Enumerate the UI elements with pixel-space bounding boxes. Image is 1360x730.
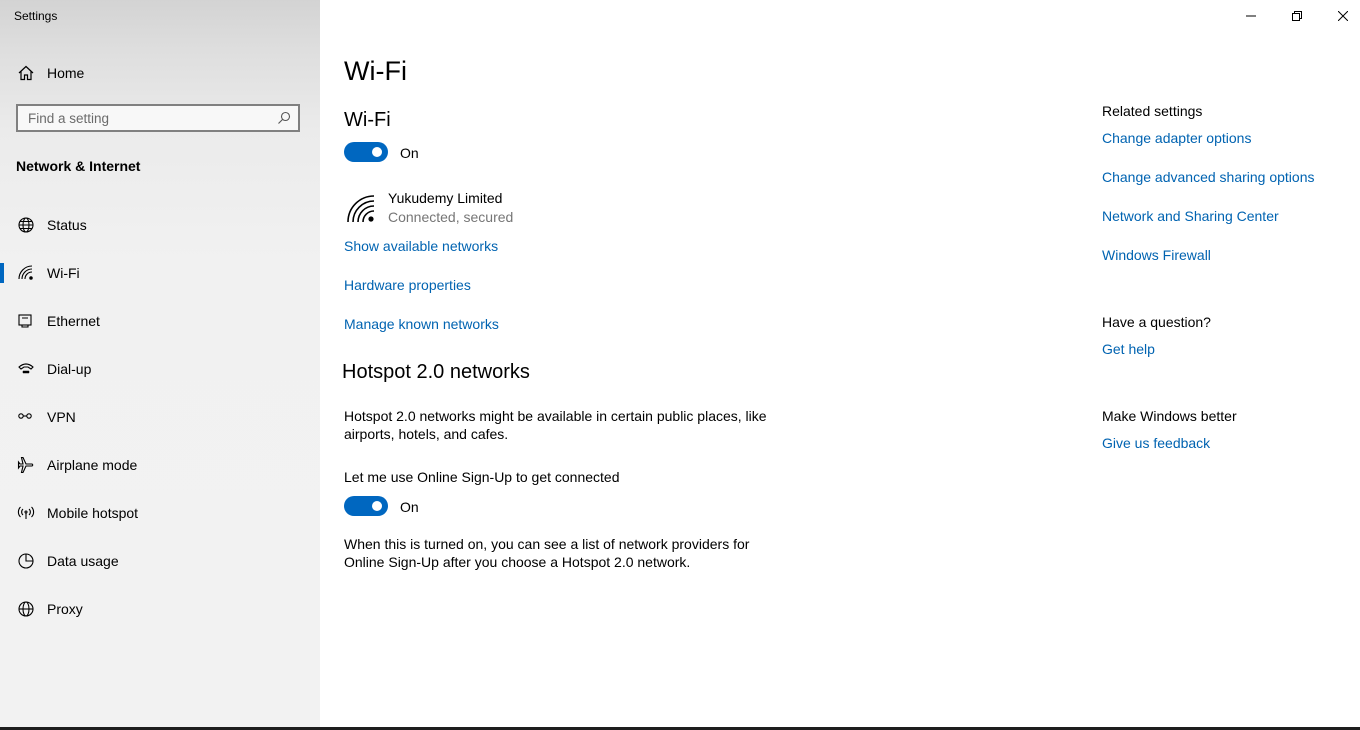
sidebar-item-label: VPN [47, 409, 76, 425]
restore-button[interactable] [1274, 0, 1320, 32]
change-adapter-options-link[interactable]: Change adapter options [1102, 130, 1251, 146]
hotspot-icon [17, 504, 35, 522]
home-label: Home [47, 65, 85, 81]
question-heading: Have a question? [1102, 314, 1211, 330]
toggle-knob [372, 147, 382, 157]
network-name: Yukudemy Limited [388, 190, 503, 206]
globe-icon [17, 216, 35, 234]
wifi-heading: Wi-Fi [344, 109, 391, 131]
hotspot-description: Hotspot 2.0 networks might be available … [344, 408, 767, 442]
sidebar-item-proxy[interactable]: Proxy [0, 589, 320, 629]
toggle-knob [372, 501, 382, 511]
ethernet-icon [17, 312, 35, 330]
network-sharing-center-link[interactable]: Network and Sharing Center [1102, 208, 1279, 224]
minimize-button[interactable] [1228, 0, 1274, 32]
sidebar-item-airplane-mode[interactable]: Airplane mode [0, 445, 320, 485]
sidebar-item-status[interactable]: Status [0, 205, 320, 245]
signup-toggle[interactable] [344, 496, 388, 516]
get-help-link[interactable]: Get help [1102, 341, 1155, 357]
related-settings-heading: Related settings [1102, 103, 1203, 119]
search-input[interactable] [18, 106, 278, 130]
sidebar-item-ethernet[interactable]: Ethernet [0, 301, 320, 341]
change-advanced-sharing-options-link[interactable]: Change advanced sharing options [1102, 169, 1315, 185]
sidebar-item-label: Status [47, 217, 87, 233]
windows-firewall-link[interactable]: Windows Firewall [1102, 247, 1211, 263]
signup-toggle-state: On [400, 499, 419, 515]
restore-icon [1292, 11, 1302, 21]
proxy-globe-icon [17, 600, 35, 618]
give-feedback-link[interactable]: Give us feedback [1102, 435, 1210, 451]
data-usage-icon [17, 552, 35, 570]
sidebar-item-dialup[interactable]: Dial-up [0, 349, 320, 389]
close-button[interactable] [1320, 0, 1360, 32]
search-icon[interactable] [277, 111, 291, 125]
wifi-toggle[interactable] [344, 142, 388, 162]
minimize-icon [1246, 15, 1256, 17]
wifi-toggle-state: On [400, 145, 419, 161]
hotspot-heading: Hotspot 2.0 networks [342, 361, 530, 383]
connected-network[interactable]: Yukudemy Limited Connected, secured [344, 188, 644, 232]
page-title: Wi-Fi [344, 56, 407, 86]
sidebar-item-label: Mobile hotspot [47, 505, 139, 521]
dialup-icon [17, 360, 35, 378]
app-title: Settings [14, 9, 58, 23]
sidebar-item-label: Ethernet [47, 313, 100, 329]
search-box[interactable] [16, 104, 300, 132]
sidebar-item-data-usage[interactable]: Data usage [0, 541, 320, 581]
manage-known-networks-link[interactable]: Manage known networks [344, 316, 499, 332]
sidebar-item-label: Airplane mode [47, 457, 138, 473]
sidebar-item-label: Wi-Fi [47, 265, 80, 281]
vpn-icon [17, 408, 35, 426]
sidebar: Settings Home Network & Internet Status … [0, 0, 320, 730]
close-icon [1338, 11, 1348, 21]
show-available-networks-link[interactable]: Show available networks [344, 238, 498, 254]
sidebar-item-vpn[interactable]: VPN [0, 397, 320, 437]
home-icon [17, 64, 35, 82]
sidebar-item-mobile-hotspot[interactable]: Mobile hotspot [0, 493, 320, 533]
feedback-heading: Make Windows better [1102, 408, 1237, 424]
home-nav-item[interactable]: Home [0, 57, 320, 89]
sidebar-item-label: Data usage [47, 553, 119, 569]
sidebar-item-label: Proxy [47, 601, 83, 617]
signup-label: Let me use Online Sign-Up to get connect… [344, 469, 620, 485]
airplane-icon [17, 456, 35, 474]
sidebar-item-label: Dial-up [47, 361, 92, 377]
signup-note: When this is turned on, you can see a li… [344, 536, 750, 570]
network-status: Connected, secured [388, 209, 514, 225]
sidebar-item-wifi[interactable]: Wi-Fi [0, 253, 320, 293]
hardware-properties-link[interactable]: Hardware properties [344, 277, 471, 293]
wifi-signal-icon [346, 194, 376, 224]
wifi-icon [17, 264, 35, 282]
section-title: Network & Internet [16, 158, 141, 174]
